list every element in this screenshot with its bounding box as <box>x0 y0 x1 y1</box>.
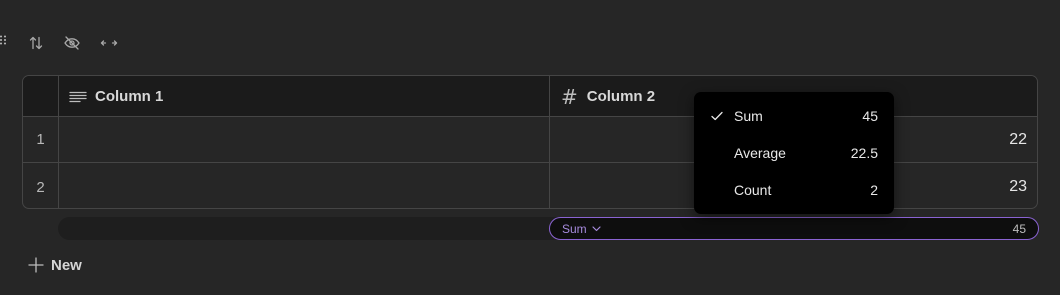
menu-item-value: 22.5 <box>850 144 878 161</box>
column-width-button[interactable] <box>97 31 121 55</box>
drag-handle-icon[interactable] <box>0 35 8 45</box>
plus-icon <box>28 257 44 273</box>
column-header-label: Column 1 <box>95 88 164 105</box>
column-header-label: Column 2 <box>586 88 656 105</box>
hide-icon <box>63 35 81 51</box>
column-header-2[interactable]: # Column 2 <box>561 76 655 117</box>
menu-item-sum[interactable]: Sum 45 <box>694 97 894 134</box>
text-lines-icon <box>69 91 87 103</box>
menu-item-label: Sum <box>734 107 763 124</box>
chevron-down-icon <box>592 225 601 231</box>
column-header-1[interactable]: Column 1 <box>69 76 163 117</box>
menu-item-average[interactable]: Average 22.5 <box>694 134 894 171</box>
sort-icon <box>28 35 44 51</box>
aggregate-label: Sum <box>562 221 587 236</box>
number-hash-icon: # <box>561 84 578 109</box>
new-row-button[interactable]: New <box>28 254 82 276</box>
menu-item-label: Count <box>734 181 772 198</box>
menu-item-count[interactable]: Count 2 <box>694 171 894 208</box>
menu-item-value: 2 <box>870 181 878 198</box>
table-view: Column 1 # Column 2 1 22 2 23 Sum 45 New… <box>0 0 1060 295</box>
aggregate-selector[interactable]: Sum 45 <box>549 217 1039 240</box>
column-divider <box>58 76 59 208</box>
menu-item-label: Average <box>734 144 786 161</box>
column-divider[interactable] <box>549 76 550 208</box>
menu-item-value: 45 <box>862 107 878 124</box>
aggregate-menu: Sum 45 Average 22.5 Count 2 <box>694 92 894 214</box>
sort-button[interactable] <box>24 31 48 55</box>
row-number: 2 <box>36 178 45 196</box>
number-cell[interactable]: 22 <box>1009 117 1027 162</box>
new-row-label: New <box>51 256 82 274</box>
check-icon <box>711 97 723 134</box>
hide-fields-button[interactable] <box>60 31 84 55</box>
number-cell[interactable]: 23 <box>1009 164 1027 208</box>
aggregate-value: 45 <box>1012 221 1026 236</box>
row-number: 1 <box>36 131 45 148</box>
resize-width-icon <box>100 37 118 49</box>
aggregate-selector-label: Sum <box>562 218 601 239</box>
